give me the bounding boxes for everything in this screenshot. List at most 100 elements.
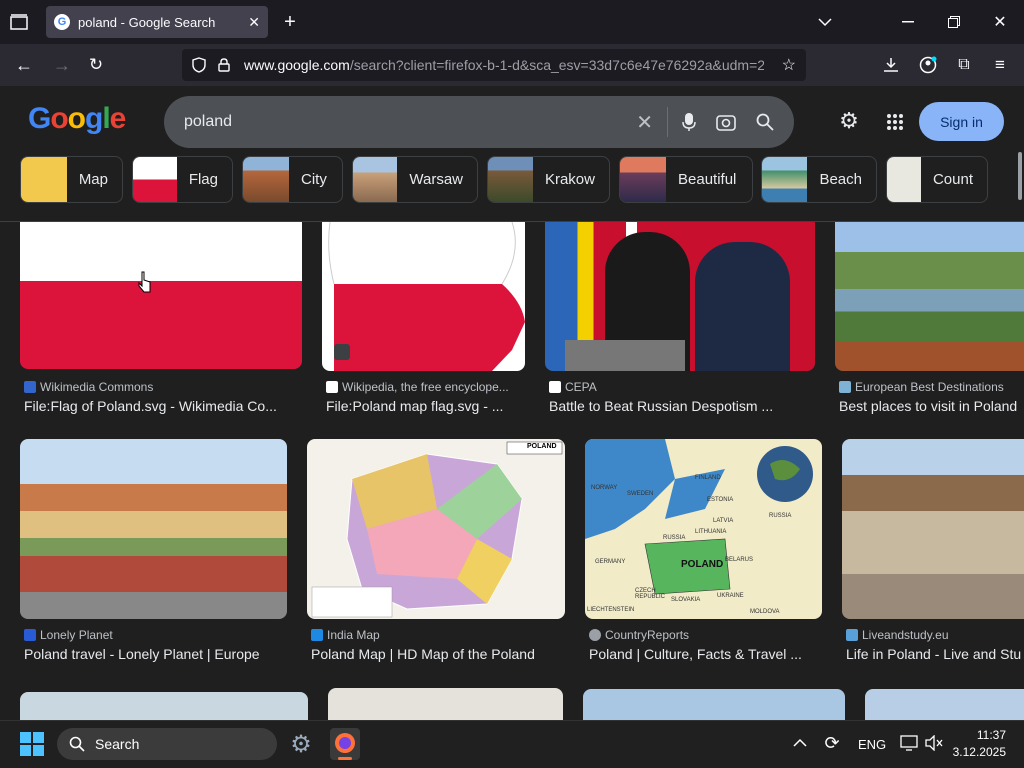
settings-app-icon[interactable]: ⚙ — [288, 731, 314, 758]
map-label: SLOVAKIA — [671, 597, 701, 603]
map-label: LITHUANIA — [695, 529, 727, 535]
minimize-icon[interactable] — [898, 12, 918, 32]
chip-krakow-thumbnail — [488, 157, 533, 202]
chip-beach[interactable]: Beach — [761, 156, 877, 203]
restore-icon[interactable] — [944, 12, 964, 32]
result-image-flag[interactable] — [20, 222, 302, 369]
result-source[interactable]: Lonely Planet — [24, 628, 113, 642]
firefox-taskbar-button[interactable] — [330, 728, 360, 760]
result-image-partial[interactable] — [583, 689, 845, 720]
podium — [565, 340, 685, 371]
result-caption[interactable]: File:Flag of Poland.svg - Wikimedia Co..… — [24, 398, 299, 414]
source-favicon-icon — [311, 629, 323, 641]
result-caption[interactable]: Poland Map | HD Map of the Poland — [311, 646, 566, 662]
result-caption[interactable]: Poland travel - Lonely Planet | Europe — [24, 646, 289, 662]
back-arrow-icon[interactable]: ← — [12, 55, 36, 75]
url-text: www.google.com/search?client=firefox-b-1… — [244, 57, 764, 73]
result-caption[interactable]: Poland | Culture, Facts & Travel ... — [589, 646, 822, 662]
clock-time[interactable]: 11:37 — [954, 728, 1006, 742]
chip-country[interactable]: Count — [886, 156, 988, 203]
result-caption[interactable]: Best places to visit in Poland — [839, 398, 1024, 414]
chip-city[interactable]: City — [242, 156, 343, 203]
taskbar-search[interactable]: Search — [57, 728, 277, 760]
chip-label: City — [301, 171, 327, 188]
account-icon[interactable] — [918, 55, 938, 75]
result-image-poznan-houses[interactable] — [20, 439, 287, 619]
result-source[interactable]: India Map — [311, 628, 380, 642]
map-label: NORWAY — [591, 485, 618, 491]
result-caption[interactable]: Life in Poland - Live and Stu — [846, 646, 1024, 662]
clear-search-icon[interactable]: ✕ — [636, 110, 653, 135]
clock-date[interactable]: 3.12.2025 — [944, 745, 1006, 759]
map-label: LATVIA — [713, 518, 734, 524]
result-image-krakow-square[interactable] — [842, 439, 1024, 619]
reload-icon[interactable]: ↻ — [86, 55, 106, 75]
extensions-icon[interactable]: ⧉ — [954, 55, 974, 75]
forward-arrow-icon[interactable]: → — [50, 55, 74, 75]
tab-list-icon[interactable] — [8, 12, 30, 32]
bookmark-star-icon[interactable]: ☆ — [782, 55, 796, 75]
chip-label: Krakow — [544, 171, 595, 188]
map-label: BELARUS — [725, 557, 754, 563]
chip-map[interactable]: Map — [20, 156, 123, 203]
chip-warsaw-thumbnail — [353, 157, 398, 202]
search-input[interactable]: poland — [184, 113, 636, 131]
chip-label: Map — [78, 171, 108, 188]
result-image-partial[interactable] — [865, 689, 1024, 720]
page-scrollbar[interactable] — [1018, 152, 1022, 200]
menu-icon[interactable]: ≡ — [990, 55, 1010, 75]
sync-icon[interactable]: ⟳ — [822, 733, 842, 753]
apps-grid-icon[interactable] — [884, 111, 906, 133]
active-tab[interactable]: G poland - Google Search ✕ — [46, 6, 268, 38]
chip-label: Warsaw — [409, 171, 463, 188]
chip-country-thumbnail — [887, 157, 921, 202]
search-icon — [69, 736, 85, 752]
show-hidden-icons-chevron-icon[interactable] — [792, 735, 808, 751]
network-icon[interactable] — [899, 734, 919, 752]
shield-icon[interactable] — [192, 57, 206, 73]
chip-label: Count — [932, 171, 973, 188]
volume-muted-icon[interactable] — [924, 734, 944, 752]
result-source[interactable]: Wikimedia Commons — [24, 380, 153, 394]
map-label: FINLAND — [695, 475, 721, 481]
search-icon[interactable] — [756, 113, 774, 131]
lock-icon[interactable] — [218, 58, 230, 72]
new-tab-icon[interactable]: + — [280, 11, 300, 33]
chip-beautiful[interactable]: Beautiful — [619, 156, 753, 203]
source-favicon-icon — [839, 381, 851, 393]
downloads-icon[interactable] — [881, 55, 901, 75]
list-all-tabs-icon[interactable] — [815, 12, 835, 32]
chip-flag[interactable]: Flag — [132, 156, 233, 203]
result-image-poland-map[interactable]: POLAND — [307, 439, 565, 619]
url-bar[interactable]: www.google.com/search?client=firefox-b-1… — [182, 49, 806, 81]
chip-map-thumbnail — [21, 157, 67, 202]
chip-krakow[interactable]: Krakow — [487, 156, 610, 203]
lens-camera-icon[interactable] — [716, 113, 736, 131]
result-image-partial[interactable] — [20, 692, 308, 720]
result-source[interactable]: CountryReports — [589, 628, 689, 642]
result-image-leaders[interactable] — [545, 222, 815, 371]
close-window-icon[interactable]: ✕ — [990, 12, 1010, 32]
close-tab-icon[interactable]: ✕ — [248, 14, 260, 31]
language-indicator[interactable]: ENG — [858, 737, 886, 752]
windows-start-icon[interactable] — [20, 732, 44, 756]
result-image-partial[interactable] — [328, 688, 563, 720]
result-source[interactable]: Wikipedia, the free encyclope... — [326, 380, 509, 394]
search-box[interactable]: poland ✕ — [164, 96, 794, 148]
result-image-city-river[interactable] — [835, 222, 1024, 371]
result-image-europe-map[interactable]: POLAND FINLAND SWEDEN NORWAY ESTONIA LAT… — [585, 439, 822, 619]
result-source[interactable]: CEPA — [549, 380, 597, 394]
result-caption[interactable]: File:Poland map flag.svg - ... — [326, 398, 526, 414]
google-logo[interactable]: Google — [28, 102, 126, 136]
result-source[interactable]: European Best Destinations — [839, 380, 1004, 394]
result-image-map-flag[interactable] — [322, 222, 525, 371]
microphone-icon[interactable] — [682, 112, 696, 132]
sign-in-button[interactable]: Sign in — [919, 102, 1004, 141]
map-label: RUSSIA — [663, 535, 686, 541]
chip-warsaw[interactable]: Warsaw — [352, 156, 478, 203]
result-source[interactable]: Liveandstudy.eu — [846, 628, 949, 642]
settings-gear-icon[interactable]: ⚙ — [838, 108, 860, 133]
map-label: MOLDOVA — [750, 609, 780, 615]
result-caption[interactable]: Battle to Beat Russian Despotism ... — [549, 398, 815, 414]
source-favicon-icon — [589, 629, 601, 641]
